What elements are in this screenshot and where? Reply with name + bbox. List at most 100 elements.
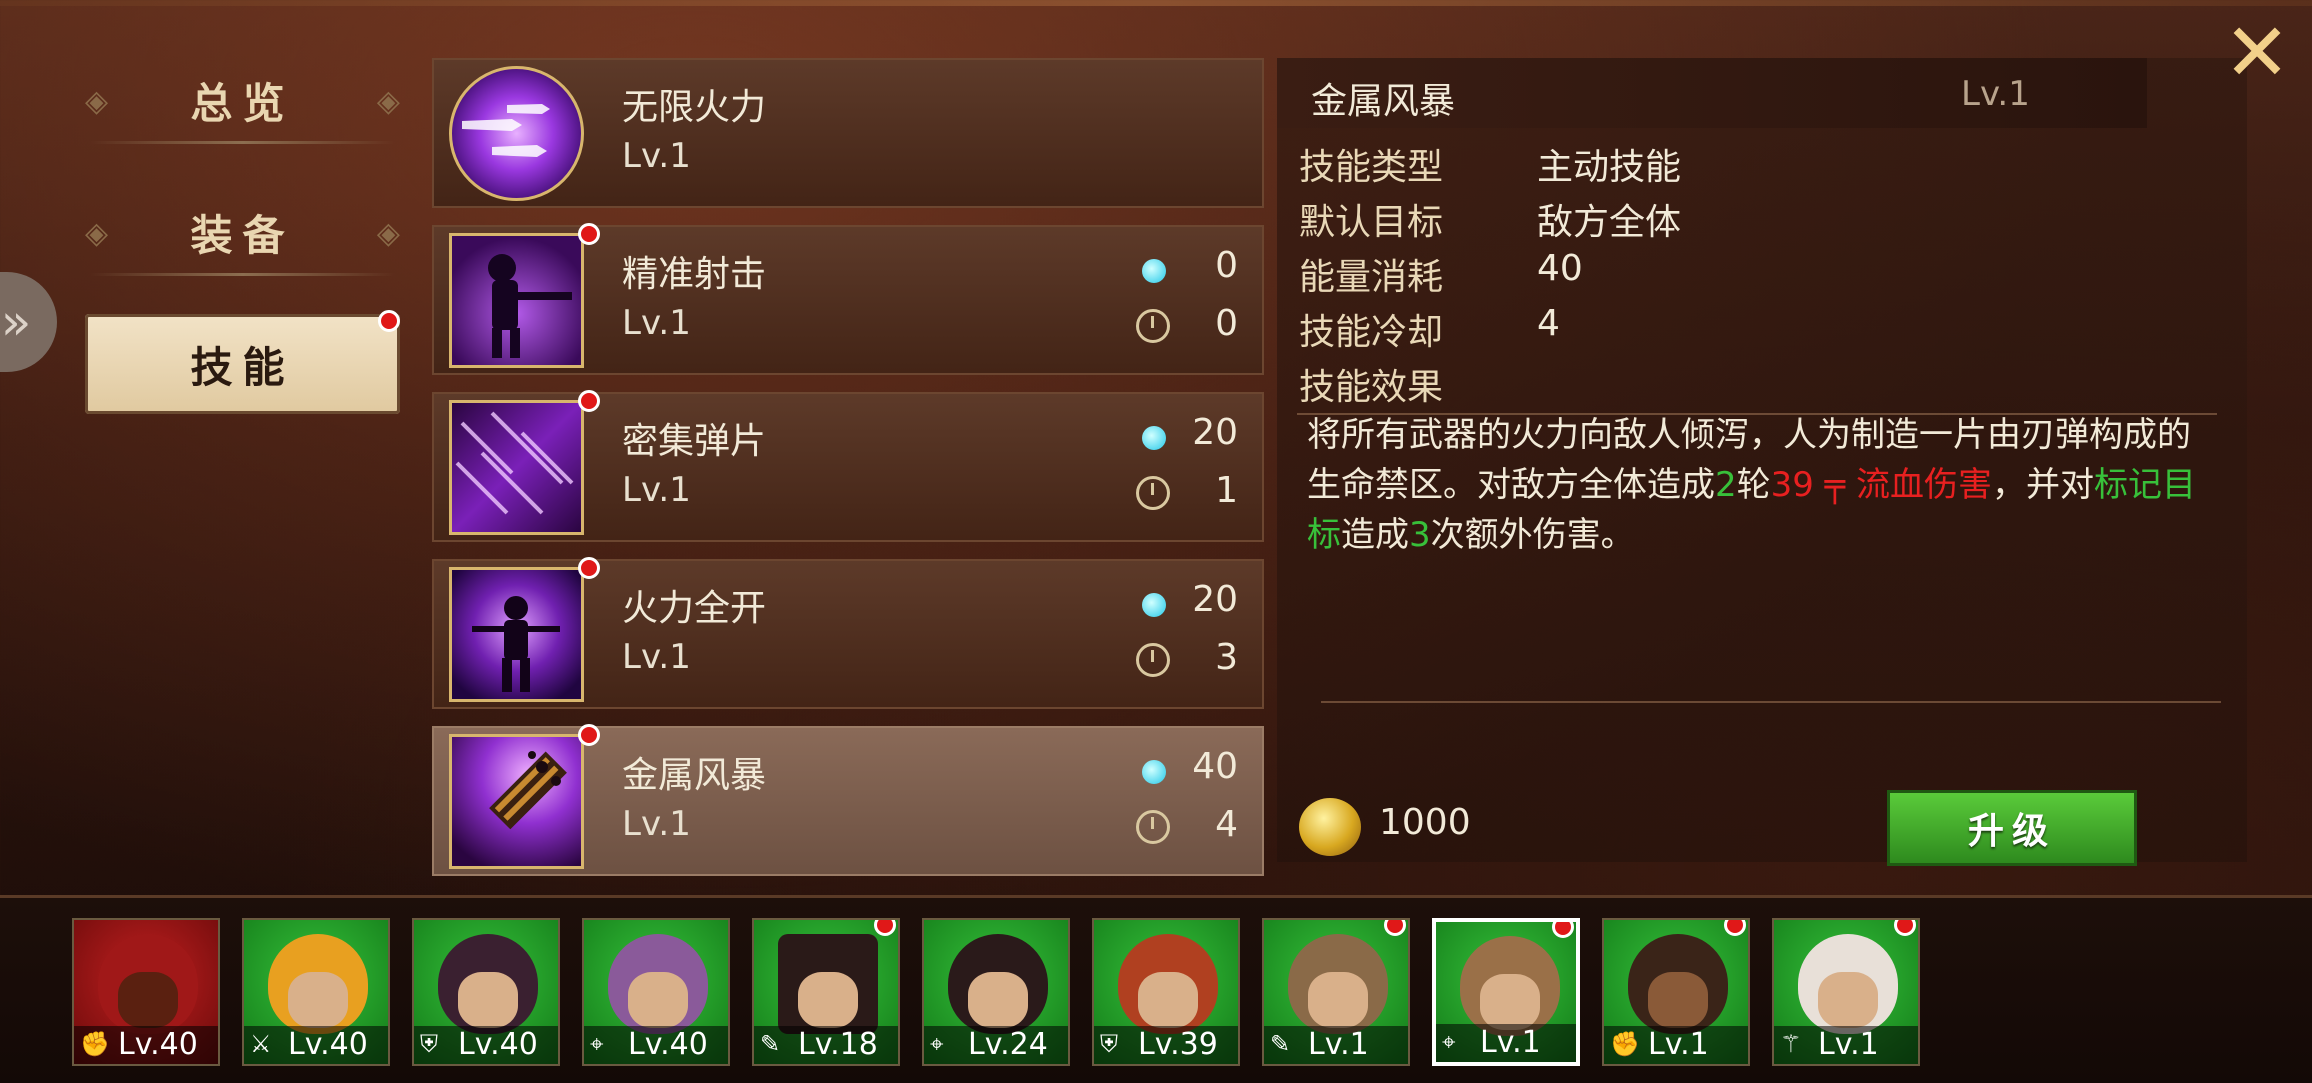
divider [90,141,395,144]
gold-cost: 1000 [1379,802,1471,843]
character-face [288,972,348,1028]
character-face [798,972,858,1028]
character-face [1818,972,1878,1028]
skill-level: Lv.1 [622,470,691,510]
left-nav: ◈ 总览 ◈ ◈ 装备 ◈ 技能 [85,50,400,446]
notification-dot [1724,920,1746,936]
ornament-right-icon: ◈ [376,216,400,251]
pen-icon: ✎ [1270,1030,1291,1058]
shrapnel-icon [449,400,584,535]
crosshair-icon: ⌖ [1442,1028,1456,1056]
character-level: Lv.39 [1138,1027,1218,1062]
tab-equipment-label: 装备 [190,210,295,260]
skill-detail-panel: 金属风暴 Lv.1 技能类型 主动技能 默认目标 敌方全体 能量消耗 40 技能… [1277,58,2247,866]
character-level: Lv.1 [1480,1025,1541,1060]
character-card[interactable]: ✎ Lv.1 [1262,918,1410,1066]
skill-name: 金属风暴 [622,755,767,796]
character-face [1308,972,1368,1028]
default-target-label: 默认目标 [1299,202,1444,243]
desc-text: 造成 [1341,515,1409,555]
pen-icon: ✎ [760,1030,781,1058]
notification-dot [874,920,896,936]
character-roster: ✊ Lv.40 ⚔ Lv.40 ⛨ Lv.40 ⌖ Lv.40 ✎ Lv.18 … [0,895,2312,1083]
notification-dot [378,310,400,332]
notification-dot [578,557,600,579]
character-face [1138,972,1198,1028]
character-level: Lv.1 [1308,1027,1369,1062]
desc-text: 轮 [1736,465,1771,505]
effect-description: 将所有武器的火力向敌人倾泻，人为制造一片由刃弹构成的生命禁区。对敌方全体造成2轮… [1307,410,2212,560]
notification-dot [578,390,600,412]
divider [1321,701,2221,703]
energy-cost-label: 能量消耗 [1299,257,1444,298]
skill-type-label: 技能类型 [1299,147,1444,188]
character-face [118,972,178,1028]
notification-dot [578,724,600,746]
character-level: Lv.40 [288,1027,368,1062]
cooldown-value: 1 [1215,470,1238,511]
skill-item[interactable]: 精准射击 Lv.1 0 0 [432,223,1264,375]
skill-level: Lv.1 [622,804,691,844]
skill-item[interactable]: 无限火力 Lv.1 [432,58,1264,208]
close-icon[interactable]: ✕ [2222,13,2292,93]
skill-name: 火力全开 [622,588,767,629]
tab-overview[interactable]: ◈ 总览 ◈ [85,50,400,150]
tab-skills[interactable]: 技能 [85,310,400,414]
notification-dot [1384,920,1406,936]
character-face [458,972,518,1028]
tab-equipment[interactable]: ◈ 装备 ◈ [85,182,400,282]
character-card[interactable]: ✊ Lv.40 [72,918,220,1066]
skill-item[interactable]: 密集弹片 Lv.1 20 1 [432,390,1264,542]
detail-header: 金属风暴 Lv.1 [1277,58,2147,128]
energy-cost: 40 [1192,746,1238,787]
chevron-double-right-icon: » [0,293,32,351]
gold-coin-icon [1299,798,1361,856]
cooldown-value: 4 [1537,303,1560,344]
character-card[interactable]: ✊ Lv.1 [1602,918,1750,1066]
character-card[interactable]: ⌖ Lv.24 [922,918,1070,1066]
notification-dot [1552,922,1574,938]
upgrade-button[interactable]: 升级 [1887,790,2137,866]
full-firepower-icon [449,567,584,702]
ornament-left-icon: ◈ [85,216,109,251]
crosshair-icon: ⌖ [930,1030,944,1058]
character-level: Lv.1 [1648,1027,1709,1062]
character-level: Lv.40 [628,1027,708,1062]
skill-list: 无限火力 Lv.1 精准射击 Lv.1 0 0 密集弹片 Lv.1 20 1 火… [432,58,1264,893]
sword-icon: ⚔ [250,1030,272,1058]
blood-drop-icon: ╤ [1824,465,1846,505]
skill-level: Lv.1 [622,136,691,176]
skill-item[interactable]: 火力全开 Lv.1 20 3 [432,557,1264,709]
bullet-burst-icon [449,66,584,201]
character-level: Lv.1 [1818,1027,1879,1062]
character-card-selected[interactable]: ⌖ Lv.1 [1432,918,1580,1066]
skill-item-selected[interactable]: 金属风暴 Lv.1 40 4 [432,724,1264,876]
desc-text: 次额外伤害。 [1430,515,1635,555]
skill-level: Lv.1 [622,303,691,343]
character-card[interactable]: ⚚ Lv.1 [1772,918,1920,1066]
shield-icon: ⛨ [420,1030,438,1058]
skill-type-value: 主动技能 [1537,147,1682,188]
desc-damage: 39 [1770,465,1814,505]
character-card[interactable]: ⌖ Lv.40 [582,918,730,1066]
character-level: Lv.24 [968,1027,1048,1062]
wand-icon: ⚚ [1780,1030,1802,1058]
character-face [1648,972,1708,1028]
character-face [968,972,1028,1028]
character-face [1480,974,1540,1030]
cooldown-label: 技能冷却 [1299,312,1444,353]
effect-label: 技能效果 [1299,367,1444,408]
detail-title: 金属风暴 [1311,81,1456,122]
default-target-value: 敌方全体 [1537,202,1682,243]
cooldown-value: 3 [1215,637,1238,678]
detail-level: Lv.1 [1961,74,2030,114]
character-card[interactable]: ⛨ Lv.40 [412,918,560,1066]
character-level: Lv.40 [458,1027,538,1062]
tab-overview-label: 总览 [190,78,295,128]
character-card[interactable]: ✎ Lv.18 [752,918,900,1066]
side-expand-handle[interactable]: » [0,272,57,372]
character-card[interactable]: ⛨ Lv.39 [1092,918,1240,1066]
character-card[interactable]: ⚔ Lv.40 [242,918,390,1066]
desc-text: ，并对 [1992,465,2095,505]
top-border [0,0,2312,6]
